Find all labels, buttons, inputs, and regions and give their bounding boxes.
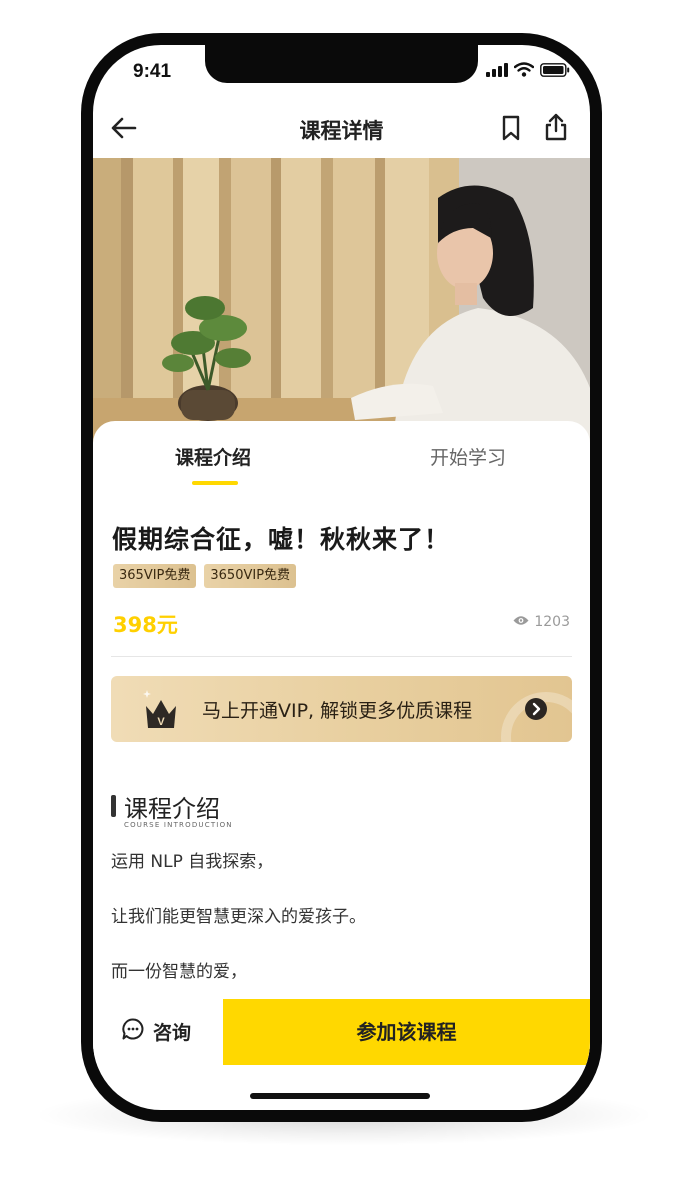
view-count-value: 1203 [534,614,570,630]
tab-start-learning[interactable]: 开始学习 [430,443,506,470]
vip-badge: 3650VIP免费 [204,564,297,588]
section-subtitle: COURSE INTRODUCTION [124,821,233,829]
battery-icon [540,62,570,81]
active-tab-indicator [192,481,238,485]
intro-paragraph: 运用 NLP 自我探索， [111,852,274,872]
vip-upgrade-banner[interactable]: V 马上开通VIP, 解锁更多优质课程 [111,676,572,742]
course-price: 398元 [113,613,178,637]
chat-icon [121,1017,145,1046]
phone-screen: 9:41 课程详情 课程介绍 开始学习 假期综合征，嘘！秋秋来了！ 365VIP… [93,45,590,1110]
crown-letter: V [157,716,165,728]
intro-paragraph: 让我们能更智慧更深入的爱孩子。 [111,907,366,927]
status-time: 9:41 [133,61,172,82]
status-icons [486,61,570,81]
intro-paragraph: 而一份智慧的爱， [111,962,247,982]
course-cover-image [93,158,590,448]
course-title: 假期综合征，嘘！秋秋来了！ [112,525,451,554]
share-icon[interactable] [541,111,571,143]
section-title: 课程介绍 [124,795,220,823]
chevron-right-icon[interactable] [525,698,547,720]
bookmark-icon[interactable] [496,113,526,143]
view-count: 1203 [513,614,570,630]
course-detail-sheet: 课程介绍 开始学习 假期综合征，嘘！秋秋来了！ 365VIP免费 3650VIP… [93,421,590,1051]
course-tabs: 课程介绍 开始学习 [93,421,590,491]
join-course-button[interactable]: 参加该课程 [223,999,590,1065]
home-indicator[interactable] [250,1093,430,1099]
vip-badge: 365VIP免费 [113,564,197,588]
device-notch [205,45,478,83]
divider [111,656,572,657]
signal-icon [486,62,508,81]
eye-icon [513,614,529,630]
tab-course-intro[interactable]: 课程介绍 [175,443,251,470]
top-navbar: 课程详情 [93,101,590,157]
vip-badges: 365VIP免费 3650VIP免费 [113,564,297,588]
section-accent-bar [111,795,116,817]
consult-button[interactable]: 咨询 [121,1017,191,1046]
wifi-icon [513,61,535,81]
consult-label: 咨询 [153,1022,192,1044]
vip-banner-text: 马上开通VIP, 解锁更多优质课程 [202,700,473,722]
bottom-action-bar: 咨询 参加该课程 [93,999,590,1067]
crown-icon: V [141,686,181,730]
